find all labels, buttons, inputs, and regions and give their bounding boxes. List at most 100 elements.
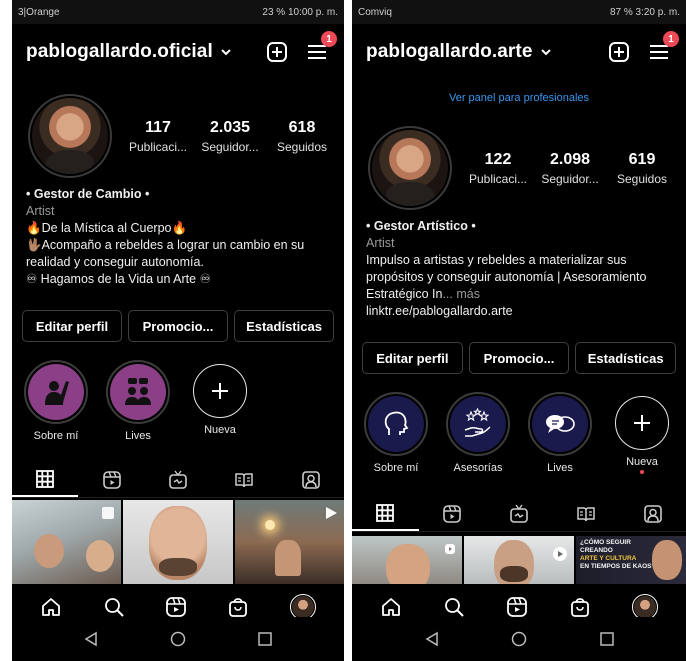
reels-icon[interactable]	[506, 596, 528, 618]
home-icon[interactable]	[380, 596, 402, 618]
new-indicator-dot	[640, 470, 644, 474]
username[interactable]: pablogallardo.arte	[366, 41, 533, 63]
tab-guides[interactable]	[211, 462, 277, 497]
post-thumbnail[interactable]	[352, 536, 462, 584]
stat-posts[interactable]: 117 Publicaci...	[122, 119, 194, 154]
tv-icon	[510, 504, 528, 523]
post-thumbnail[interactable]	[234, 500, 344, 584]
reels-icon[interactable]	[165, 596, 187, 618]
new-post-button[interactable]	[606, 39, 632, 65]
post-thumbnail[interactable]	[464, 536, 574, 584]
plus-icon	[634, 415, 650, 431]
video-play-icon	[325, 507, 337, 519]
speech-bubbles-icon	[546, 415, 575, 433]
profile-avatar[interactable]	[28, 94, 112, 178]
reels-icon	[102, 470, 121, 489]
reels-icon	[443, 504, 461, 523]
post-thumbnail[interactable]	[12, 500, 122, 584]
profile-actions: Editar perfil Promocio... Estadísticas	[362, 342, 677, 374]
stat-following[interactable]: 619 Seguidos	[606, 151, 678, 186]
home-circle-icon[interactable]	[170, 631, 186, 647]
professional-dashboard-link[interactable]: Ver panel para profesionales	[352, 92, 686, 104]
edit-profile-button[interactable]: Editar perfil	[362, 342, 463, 374]
promotions-button[interactable]: Promocio...	[128, 310, 228, 342]
stat-posts[interactable]: 122 Publicaci...	[462, 151, 534, 186]
menu-button[interactable]: 1	[304, 31, 337, 65]
carousel-icon	[102, 507, 115, 519]
carrier-label: 3|Orange	[18, 6, 60, 18]
notification-badge: 1	[321, 31, 337, 47]
highlight-sobre-mi[interactable]: Sobre mí	[20, 360, 92, 442]
posts-grid: ¿CÓMO SEGUIR CREANDO ARTE Y CULTURA EN T…	[352, 536, 686, 584]
tab-guides[interactable]	[552, 496, 619, 531]
bio-more-link[interactable]: ... más	[442, 287, 480, 301]
highlight-label: Lives	[547, 462, 573, 474]
highlight-label: Sobre mí	[33, 430, 79, 442]
bio-line: ♾ Hagamos de la Vida un Arte ♾	[26, 272, 211, 286]
stat-following-count: 618	[288, 118, 316, 136]
tab-reels[interactable]	[419, 496, 486, 531]
highlight-lives[interactable]: Lives	[524, 392, 596, 474]
bio-line: 🖖🏽Acompaño a rebeldes a lograr un cambio…	[26, 238, 305, 269]
search-icon[interactable]	[443, 596, 465, 618]
highlight-label: Nueva	[204, 424, 236, 436]
head-outline-icon	[384, 411, 409, 435]
system-navigation	[12, 617, 344, 661]
new-post-button[interactable]	[264, 39, 290, 65]
tab-igtv[interactable]	[486, 496, 553, 531]
stat-followers[interactable]: 2.098 Seguidor...	[534, 151, 606, 186]
tab-tagged[interactable]	[619, 496, 686, 531]
recents-square-icon[interactable]	[599, 631, 615, 647]
plus-square-icon	[609, 42, 629, 62]
highlight-label: Nueva	[626, 456, 658, 468]
new-highlight-button[interactable]: Nueva	[606, 392, 678, 474]
posts-grid	[12, 500, 344, 584]
status-bar: 3|Orange 23 % 10:00 p. m.	[12, 0, 344, 24]
tab-reels[interactable]	[78, 462, 144, 497]
search-icon[interactable]	[103, 596, 125, 618]
profile-tabs	[352, 496, 686, 532]
reels-badge-icon	[445, 544, 455, 554]
profile-avatar[interactable]	[368, 126, 452, 210]
insights-button[interactable]: Estadísticas	[234, 310, 334, 342]
tab-igtv[interactable]	[145, 462, 211, 497]
profile-summary: 117 Publicaci... 2.035 Seguidor... 618 S…	[28, 94, 336, 178]
recents-square-icon[interactable]	[257, 631, 273, 647]
insights-button[interactable]: Estadísticas	[575, 342, 677, 374]
book-icon	[577, 506, 595, 521]
edit-profile-button[interactable]: Editar perfil	[22, 310, 122, 342]
promotions-button[interactable]: Promocio...	[468, 342, 570, 374]
stat-followers-count: 2.035	[209, 118, 251, 136]
bio-section: • Gestor Artístico • Artist Impulso a ar…	[366, 218, 676, 320]
shop-bag-icon[interactable]	[227, 596, 249, 618]
highlight-lives[interactable]: Lives	[102, 360, 174, 442]
back-triangle-icon[interactable]	[83, 631, 99, 647]
highlight-asesorias[interactable]: Asesorías	[442, 392, 514, 474]
post-thumbnail[interactable]: ¿CÓMO SEGUIR CREANDO ARTE Y CULTURA EN T…	[576, 536, 686, 584]
highlight-sobre-mi[interactable]: Sobre mí	[360, 392, 432, 474]
new-highlight-button[interactable]: Nueva	[184, 360, 256, 442]
stat-following[interactable]: 618 Seguidos	[266, 119, 338, 154]
tab-tagged[interactable]	[278, 462, 344, 497]
grid-icon	[36, 469, 55, 488]
bio-name: • Gestor de Cambio •	[26, 187, 150, 201]
story-highlights: Sobre mí Lives Nueva	[20, 360, 338, 442]
bio-link[interactable]: linktr.ee/pablogallardo.arte	[366, 303, 676, 320]
stat-following-label: Seguidos	[276, 139, 328, 154]
shop-bag-icon[interactable]	[569, 596, 591, 618]
stat-followers[interactable]: 2.035 Seguidor...	[194, 119, 266, 154]
menu-button[interactable]: 1	[646, 31, 679, 65]
home-circle-icon[interactable]	[511, 631, 527, 647]
chevron-down-icon[interactable]	[219, 45, 233, 59]
chevron-down-icon[interactable]	[539, 45, 553, 59]
back-triangle-icon[interactable]	[424, 631, 440, 647]
tab-grid[interactable]	[12, 462, 79, 497]
post-thumbnail[interactable]	[123, 500, 233, 584]
bio-line: Impulso a artistas y rebeldes a material…	[366, 253, 647, 301]
username[interactable]: pablogallardo.oficial	[26, 41, 213, 63]
tab-grid[interactable]	[352, 496, 419, 531]
people-chat-icon	[125, 378, 151, 405]
home-icon[interactable]	[40, 596, 62, 618]
status-bar: Comviq 87 % 3:20 p. m.	[352, 0, 686, 24]
phone-screen-right: Comviq 87 % 3:20 p. m. pablogallardo.art…	[352, 0, 686, 661]
